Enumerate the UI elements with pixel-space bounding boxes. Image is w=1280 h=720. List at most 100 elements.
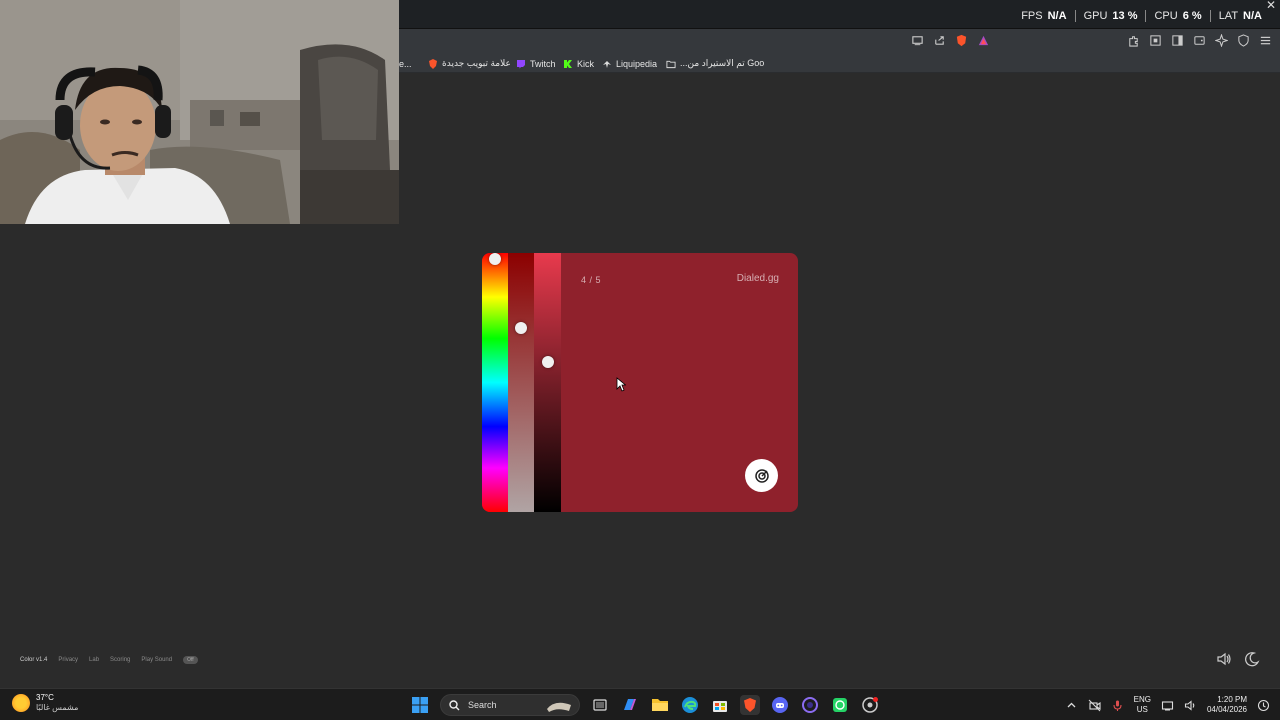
close-icon[interactable]: ✕	[1266, 0, 1276, 12]
privacy-link[interactable]: Privacy	[58, 657, 78, 663]
chevron-up-icon[interactable]	[1065, 699, 1078, 712]
fps-value: N/A	[1047, 10, 1067, 22]
language-indicator[interactable]: ENG US	[1134, 695, 1151, 715]
saturation-handle[interactable]	[515, 322, 527, 335]
bookmark-twitch[interactable]: Twitch	[516, 56, 556, 71]
scoring-link[interactable]: Scoring	[110, 657, 130, 663]
cpu-value: 6 %	[1182, 10, 1202, 22]
hue-slider[interactable]	[482, 253, 508, 512]
region-code: US	[1136, 705, 1148, 714]
twitch-icon	[516, 59, 526, 69]
dark-mode-icon[interactable]	[1244, 651, 1260, 667]
gpu-value: 13 %	[1112, 10, 1138, 22]
submit-guess-button[interactable]	[745, 459, 778, 492]
screen: FPS N/A GPU 13 % CPU 6 % LAT N/A ✕ e... علام…	[0, 0, 1280, 720]
address-bar-actions	[910, 33, 991, 48]
lat-value: N/A	[1243, 10, 1262, 22]
cast-icon[interactable]	[910, 33, 925, 48]
performance-overlay: FPS N/A GPU 13 % CPU 6 % LAT N/A ✕	[1013, 0, 1276, 25]
start-icon[interactable]	[410, 695, 430, 715]
bookmark-new-tab[interactable]: علامة تبويب جديدة	[428, 56, 511, 71]
sun-icon	[12, 694, 30, 712]
tab-icon[interactable]	[1148, 33, 1163, 48]
share-icon[interactable]	[932, 33, 947, 48]
hue-handle[interactable]	[489, 253, 501, 265]
brand-label: Dialed.gg	[736, 273, 779, 284]
webcam-feed-image	[0, 0, 399, 224]
version-label: Color v1.4	[20, 657, 48, 663]
bookmark-label: Kick	[577, 58, 595, 69]
system-clock[interactable]: 1:20 PM 04/04/2026	[1207, 695, 1247, 715]
bookmark-kick[interactable]: Kick	[563, 56, 594, 71]
bookmark-imported-folder[interactable]: ...تم الاستيراد من Goo	[666, 56, 764, 71]
play-sound-link[interactable]: Play Sound	[141, 657, 172, 663]
camera-off-icon[interactable]	[1088, 699, 1101, 712]
brave-rewards-icon[interactable]	[976, 33, 991, 48]
microphone-icon[interactable]	[1111, 699, 1124, 712]
page-footer: Color v1.4 Privacy Lab Scoring Play Soun…	[20, 656, 198, 664]
mouse-cursor-icon	[616, 377, 626, 392]
bookmark-label: علامة تبويب جديدة	[442, 58, 511, 68]
wallet-icon[interactable]	[1192, 33, 1207, 48]
windows-taskbar: 37°C مشمس غالبًا Search ENG US 1:20 PM 0…	[0, 688, 1280, 720]
bookmark-truncated[interactable]: e...	[399, 56, 412, 71]
saturation-slider[interactable]	[508, 253, 534, 512]
bookmark-label: Twitch	[530, 58, 556, 69]
leo-ai-icon[interactable]	[1214, 33, 1229, 48]
discord-icon[interactable]	[770, 695, 790, 715]
extensions-icon[interactable]	[1126, 33, 1141, 48]
lab-link[interactable]: Lab	[89, 657, 99, 663]
weather-widget[interactable]: 37°C مشمس غالبًا	[12, 693, 78, 713]
whatsapp-icon[interactable]	[830, 695, 850, 715]
search-highlight-icon	[547, 702, 571, 712]
color-game-card: 4 / 5 Dialed.gg	[482, 253, 798, 512]
sound-toggle[interactable]: Off	[183, 656, 198, 664]
round-counter: 4 / 5	[581, 275, 602, 285]
fps-label: FPS	[1021, 10, 1043, 22]
task-view-icon[interactable]	[590, 695, 610, 715]
kick-icon	[563, 59, 573, 69]
speaker-icon[interactable]	[1184, 699, 1197, 712]
brave-shields-icon[interactable]	[954, 33, 969, 48]
file-explorer-icon[interactable]	[650, 695, 670, 715]
liquipedia-icon	[602, 59, 612, 69]
browser-actions	[1126, 33, 1273, 48]
chrome-icon[interactable]	[860, 695, 880, 715]
taskbar-search-input[interactable]: Search	[440, 694, 580, 716]
bookmark-label: ...تم الاستيراد من Goo	[680, 58, 765, 68]
weather-description: مشمس غالبًا	[36, 703, 79, 712]
page-corner-controls	[1216, 651, 1260, 667]
bookmark-label: e...	[399, 58, 412, 69]
app-icon[interactable]	[800, 695, 820, 715]
sidebar-icon[interactable]	[1170, 33, 1185, 48]
gpu-stat: GPU 13 %	[1074, 10, 1146, 22]
brave-icon	[428, 58, 438, 69]
gpu-label: GPU	[1083, 10, 1108, 22]
lat-stat: LAT N/A	[1209, 10, 1270, 22]
brightness-slider[interactable]	[534, 253, 561, 512]
brave-icon[interactable]	[740, 695, 760, 715]
webcam-overlay	[0, 0, 399, 224]
temperature: 37°C	[36, 693, 54, 702]
system-tray: ENG US 1:20 PM 04/04/2026	[1065, 692, 1270, 718]
cpu-label: CPU	[1154, 10, 1178, 22]
clock-time: 1:20 PM	[1217, 695, 1247, 704]
folder-icon	[666, 59, 676, 69]
bookmark-liquipedia[interactable]: Liquipedia	[602, 56, 657, 71]
store-icon[interactable]	[710, 695, 730, 715]
search-label: Search	[468, 700, 497, 710]
language-code: ENG	[1133, 695, 1151, 704]
brightness-handle[interactable]	[542, 355, 554, 368]
search-icon	[449, 699, 460, 710]
notifications-icon[interactable]	[1257, 699, 1270, 712]
target-icon	[754, 468, 769, 483]
taskbar-apps: Search	[410, 693, 880, 717]
vpn-icon[interactable]	[1236, 33, 1251, 48]
network-icon[interactable]	[1161, 699, 1174, 712]
lat-label: LAT	[1218, 10, 1239, 22]
edge-icon[interactable]	[680, 695, 700, 715]
clock-date: 04/04/2026	[1206, 705, 1247, 714]
copilot-icon[interactable]	[620, 695, 640, 715]
volume-icon[interactable]	[1216, 651, 1232, 667]
menu-icon[interactable]	[1258, 33, 1273, 48]
